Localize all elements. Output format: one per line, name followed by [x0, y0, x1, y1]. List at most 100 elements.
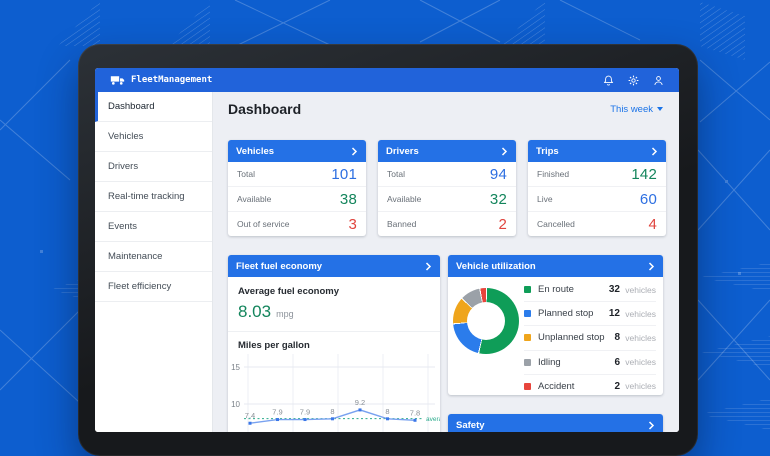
trips-card-header[interactable]: Trips	[528, 140, 666, 162]
average-fuel-economy-section: Average fuel economy 8.03 mpg	[228, 277, 440, 332]
sidebar-item-label: Vehicles	[108, 131, 143, 142]
card-title: Drivers	[386, 146, 419, 157]
app-logo: FleetManagement	[110, 75, 212, 85]
svg-text:15: 15	[231, 363, 240, 372]
chevron-down-icon	[657, 107, 663, 111]
legend-row-en-route: En route 32 vehicles	[524, 278, 656, 302]
sidebar-item-label: Events	[108, 221, 137, 232]
stat-label: Out of service	[237, 219, 289, 229]
safety-card-header[interactable]: Safety	[448, 414, 663, 432]
stat-row: Banned2	[378, 211, 516, 236]
period-label: This week	[610, 104, 653, 115]
svg-text:10: 10	[231, 400, 240, 409]
legend-swatch	[524, 383, 531, 390]
sidebar-item-label: Real-time tracking	[108, 191, 185, 202]
legend-swatch	[524, 310, 531, 317]
stat-row: Finished 142	[528, 162, 666, 186]
utilization-card-header[interactable]: Vehicle utilization	[448, 255, 663, 277]
card-title: Vehicles	[236, 146, 274, 157]
svg-text:7.9: 7.9	[300, 408, 310, 417]
sidebar: Dashboard Vehicles Drivers Real-time tra…	[95, 92, 213, 432]
legend-row-planned-stop: Planned stop 12 vehicles	[524, 302, 656, 326]
card-title: Safety	[456, 420, 485, 431]
stat-label: Available	[387, 194, 421, 204]
trips-card: Trips Finished 142 Live60 Cancelled4	[528, 140, 666, 236]
legend-row-unplanned-stop: Unplanned stop 8 vehicles	[524, 326, 656, 350]
account-button[interactable]	[652, 74, 664, 86]
drivers-card-header[interactable]: Drivers	[378, 140, 516, 162]
legend-swatch	[524, 334, 531, 341]
stat-row: Out of service3	[228, 211, 366, 236]
legend-unit: vehicles	[620, 357, 656, 367]
utilization-donut	[453, 288, 519, 354]
legend-label: Planned stop	[538, 308, 593, 319]
stat-label: Total	[237, 169, 255, 179]
sidebar-item-dashboard[interactable]: Dashboard	[95, 92, 212, 122]
donut-hole	[467, 302, 505, 340]
bell-icon	[603, 75, 614, 86]
summary-cards-row: Vehicles Total101 Available38 Out of ser…	[228, 140, 666, 236]
main-content: Dashboard This week Vehicles Total101 Av…	[213, 92, 679, 432]
legend-label: En route	[538, 284, 574, 295]
chevron-right-icon	[501, 147, 508, 156]
legend-unit: vehicles	[620, 333, 656, 343]
settings-button[interactable]	[627, 74, 639, 86]
sidebar-item-events[interactable]: Events	[95, 212, 212, 242]
stat-row: Total101	[228, 162, 366, 186]
drivers-card: Drivers Total 94 Available 32 Banned2	[378, 140, 516, 236]
sidebar-item-vehicles[interactable]: Vehicles	[95, 122, 212, 152]
utilization-legend: En route 32 vehicles Planned stop 12 veh…	[524, 278, 656, 398]
page-title: Dashboard	[228, 101, 301, 117]
legend-unit: vehicles	[620, 285, 656, 295]
stat-label: Available	[237, 194, 271, 204]
legend-label: Unplanned stop	[538, 332, 605, 343]
sidebar-item-maintenance[interactable]: Maintenance	[95, 242, 212, 272]
sidebar-item-real-time-tracking[interactable]: Real-time tracking	[95, 182, 212, 212]
sidebar-item-label: Drivers	[108, 161, 138, 172]
sidebar-item-drivers[interactable]: Drivers	[95, 152, 212, 182]
sidebar-item-fleet-efficiency[interactable]: Fleet efficiency	[95, 272, 212, 302]
stat-row: Available 32	[378, 186, 516, 211]
legend-swatch	[524, 286, 531, 293]
chevron-right-icon	[425, 262, 432, 271]
page-header: Dashboard This week	[228, 101, 663, 117]
stat-row: Live60	[528, 186, 666, 211]
average-fuel-economy-label: Average fuel economy	[238, 286, 430, 297]
legend-row-accident: Accident 2 vehicles	[524, 375, 656, 398]
card-title: Fleet fuel economy	[236, 261, 322, 272]
topbar-actions	[602, 74, 664, 86]
stat-label: Cancelled	[537, 219, 575, 229]
average-fuel-economy-value: 8.03	[238, 302, 271, 322]
svg-text:7.8: 7.8	[410, 408, 420, 417]
legend-label: Idling	[538, 357, 561, 368]
chevron-right-icon	[651, 147, 658, 156]
stat-value: 142	[631, 166, 657, 183]
sidebar-item-label: Maintenance	[108, 251, 162, 262]
vehicles-card-header[interactable]: Vehicles	[228, 140, 366, 162]
stat-row: Total 94	[378, 162, 516, 186]
legend-row-idling: Idling 6 vehicles	[524, 351, 656, 375]
period-selector[interactable]: This week	[610, 104, 663, 115]
vehicle-utilization-card: Vehicle utilization En route 32 vehicles	[448, 255, 663, 395]
fuel-card-header[interactable]: Fleet fuel economy	[228, 255, 440, 277]
stat-row: Available38	[228, 186, 366, 211]
svg-text:8: 8	[385, 407, 389, 416]
stat-row: Cancelled4	[528, 211, 666, 236]
legend-unit: vehicles	[620, 309, 656, 319]
sidebar-item-label: Fleet efficiency	[108, 281, 171, 292]
chevron-right-icon	[648, 421, 655, 430]
stat-label: Banned	[387, 219, 416, 229]
stat-value: 60	[640, 191, 657, 208]
sidebar-item-label: Dashboard	[108, 101, 154, 112]
fleet-fuel-economy-card: Fleet fuel economy Average fuel economy …	[228, 255, 440, 432]
svg-text:7.9: 7.9	[272, 408, 282, 417]
svg-text:8: 8	[330, 407, 334, 416]
stat-label: Total	[387, 169, 405, 179]
chevron-right-icon	[648, 262, 655, 271]
stat-value: 32	[490, 191, 507, 208]
app-topbar: FleetManagement	[95, 68, 679, 92]
notifications-button[interactable]	[602, 74, 614, 86]
safety-card: Safety	[448, 414, 663, 432]
stat-value: 94	[490, 166, 507, 183]
stat-label: Finished	[537, 169, 569, 179]
